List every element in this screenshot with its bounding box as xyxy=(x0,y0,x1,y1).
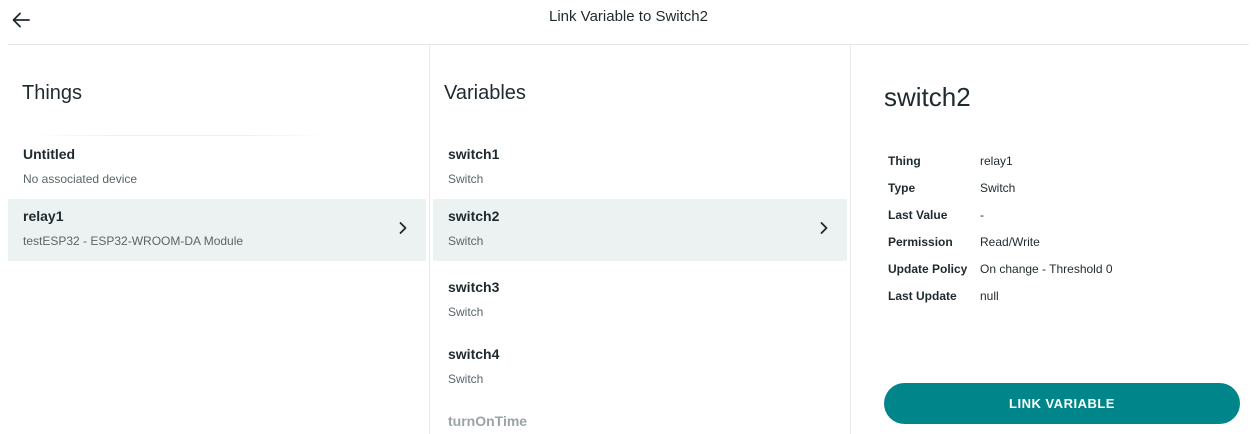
thing-device: testESP32 - ESP32-WROOM-DA Module xyxy=(23,234,244,248)
detail-label: Update Policy xyxy=(888,262,968,276)
detail-value: On change - Threshold 0 xyxy=(980,262,1113,276)
detail-label: Last Update xyxy=(888,289,957,303)
detail-value: - xyxy=(980,208,984,222)
column-divider-things xyxy=(429,45,430,434)
detail-value: null xyxy=(980,289,999,303)
detail-value: Switch xyxy=(980,181,1016,195)
top-bar: Link Variable to Switch2 xyxy=(0,0,1257,44)
thing-name: relay1 xyxy=(23,208,64,224)
variable-type: Switch xyxy=(448,172,484,186)
thing-device: No associated device xyxy=(23,172,138,186)
variable-name: switch3 xyxy=(448,279,500,295)
detail-label: Type xyxy=(888,181,916,195)
header-divider xyxy=(8,44,1249,45)
detail-value: Read/Write xyxy=(980,235,1040,249)
variable-item-turnontime[interactable]: turnOnTime xyxy=(433,404,847,434)
variable-item-switch4[interactable]: switch4 Switch xyxy=(433,337,847,399)
link-variable-button[interactable]: LINK VARIABLE xyxy=(884,383,1240,424)
things-heading: Things xyxy=(22,82,83,104)
page-title: Link Variable to Switch2 xyxy=(549,8,708,25)
chevron-right-icon xyxy=(399,222,407,234)
variables-heading: Variables xyxy=(444,82,526,104)
chevron-right-icon xyxy=(820,222,828,234)
variable-item-switch2[interactable]: switch2 Switch xyxy=(433,199,847,261)
variable-item-switch3[interactable]: switch3 Switch xyxy=(433,270,847,332)
detail-label: Last Value xyxy=(888,208,948,222)
thing-item-relay1[interactable]: relay1 testESP32 - ESP32-WROOM-DA Module xyxy=(8,199,426,261)
variable-name: switch2 xyxy=(448,208,500,224)
variable-type: Switch xyxy=(448,372,484,386)
detail-label: Thing xyxy=(888,154,921,168)
variable-name: switch4 xyxy=(448,346,500,362)
thing-name: Untitled xyxy=(23,146,76,162)
variable-name: switch1 xyxy=(448,146,500,162)
variable-type: Switch xyxy=(448,305,484,319)
variable-detail-title: switch2 xyxy=(884,82,971,112)
variable-item-switch1[interactable]: switch1 Switch xyxy=(433,137,847,199)
detail-value: relay1 xyxy=(980,154,1013,168)
variable-name: turnOnTime xyxy=(448,413,528,429)
detail-label: Permission xyxy=(888,235,953,249)
variable-type: Switch xyxy=(448,234,484,248)
things-list-divider xyxy=(30,135,330,136)
thing-item-untitled[interactable]: Untitled No associated device xyxy=(8,137,426,199)
column-divider-variables xyxy=(850,45,851,434)
